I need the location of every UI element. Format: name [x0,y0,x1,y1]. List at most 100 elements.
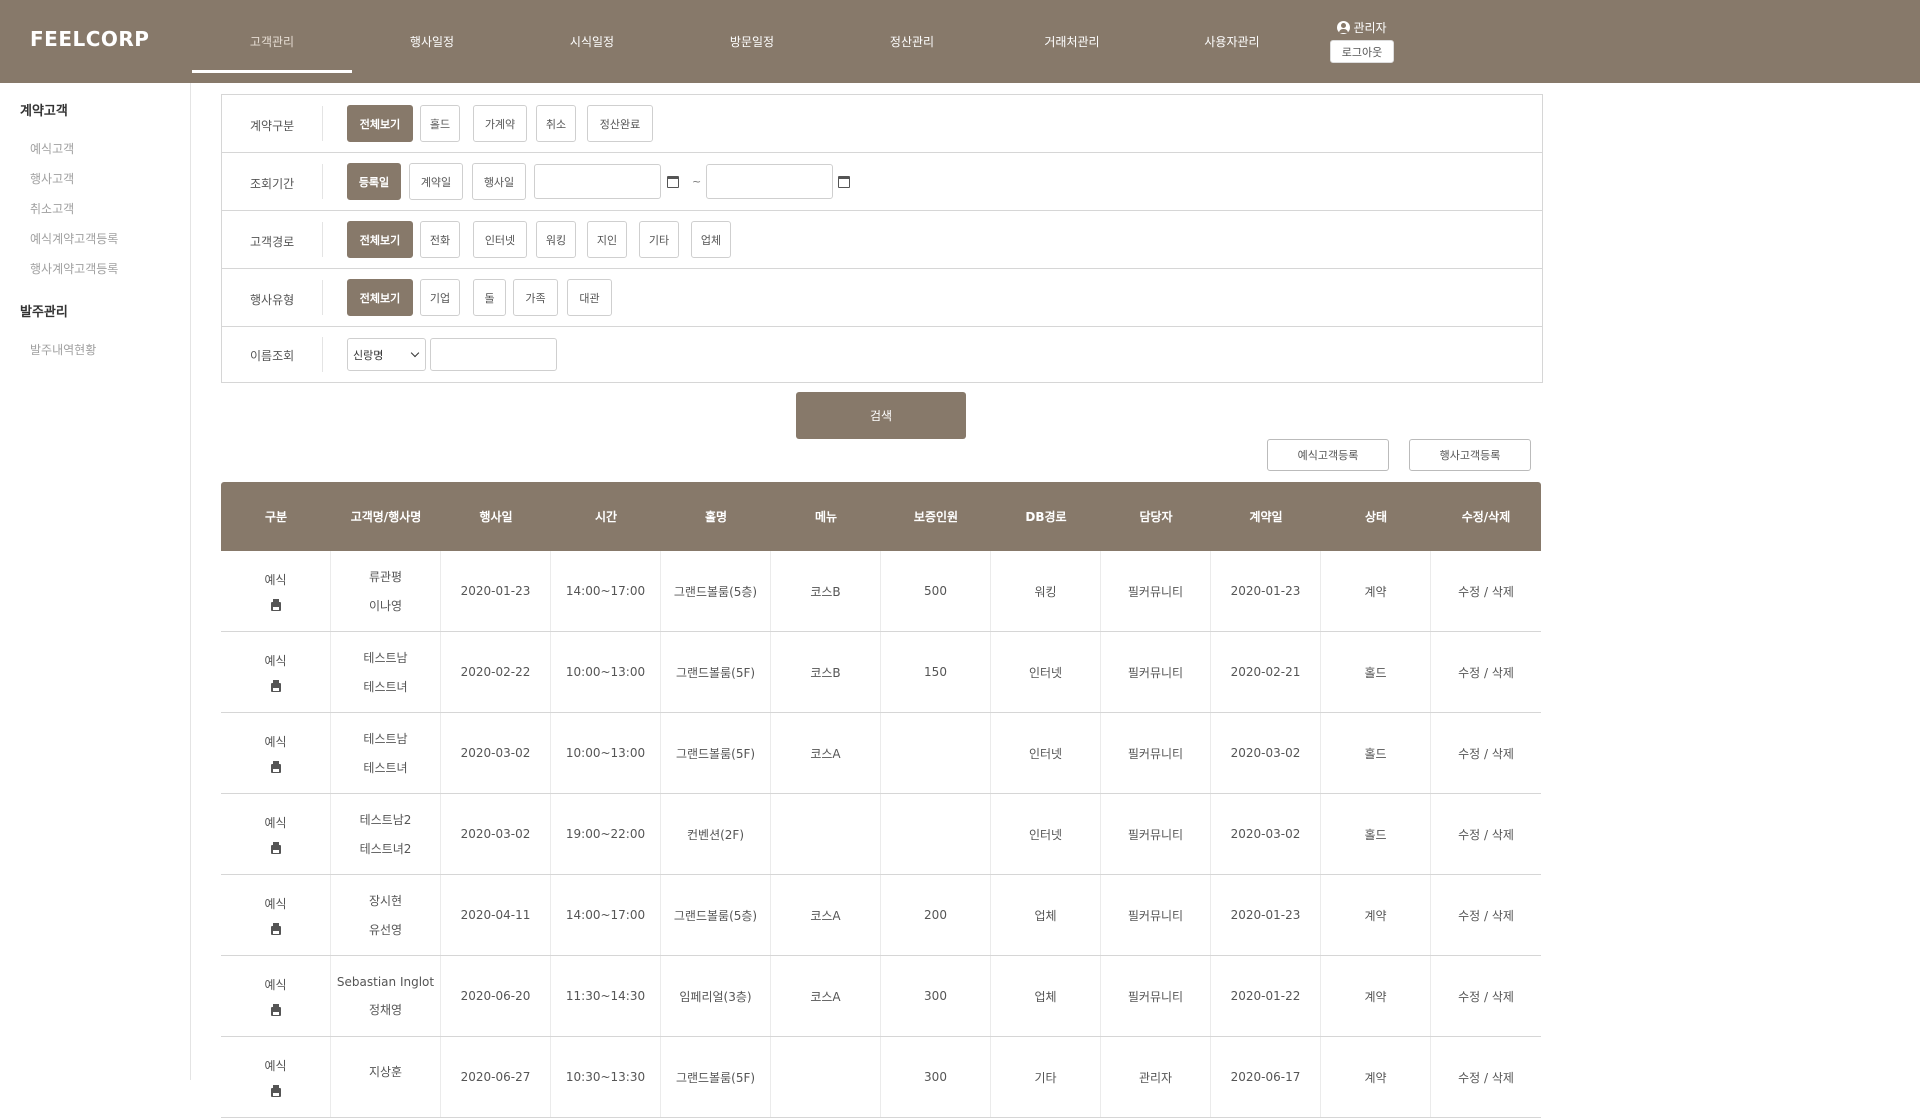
chip-route-all[interactable]: 전체보기 [347,221,413,258]
date-from-input[interactable] [534,164,661,199]
nav-settlement[interactable]: 정산관리 [832,0,992,83]
table-header-col-manager: 담당자 [1139,510,1173,524]
edit-delete-link[interactable]: 수정 / 삭제 [1431,794,1541,874]
cell-manager: 관리자 [1101,1037,1211,1117]
printer-icon[interactable] [270,680,281,692]
edit-delete-link[interactable]: 수정 / 삭제 [1431,551,1541,631]
chip-period-event[interactable]: 행사일 [472,163,526,200]
chip-route-vendor[interactable]: 업체 [691,221,731,258]
nav-visit-schedule[interactable]: 방문일정 [672,0,832,83]
table-header-col-menu: 메뉴 [814,510,838,524]
bride-name: 테스트녀 [363,680,408,694]
search-button[interactable]: 검색 [796,392,966,439]
chip-route-other[interactable]: 기타 [639,221,679,258]
chip-route-walkin[interactable]: 워킹 [536,221,576,258]
chip-period-contract[interactable]: 계약일 [409,163,463,200]
nav-user-management[interactable]: 사용자관리 [1152,0,1312,83]
type-text: 예식 [264,573,287,587]
table-row[interactable]: 예식 테스트남2 테스트녀2 2020-03-02 19:00~22:00 컨벤션(2F)… [221,794,1541,875]
register-wedding-customer-button[interactable]: 예식고객등록 [1267,439,1389,471]
customer-table: 구분 고객명/행사명 행사일 시간 홀명 메뉴 보증인원 DB경로 담당자 계약일 상태 수정/삭제 … [221,482,1541,1118]
logo[interactable]: FEELCORP [30,27,149,51]
logout-button[interactable]: 로그아웃 [1330,40,1394,63]
sidebar-item-cancelled-customers[interactable]: 취소고객 [30,200,74,217]
table-row[interactable]: 예식 Sebastian Inglot 정채영 2020-06-20 11:30~14:… [221,956,1541,1037]
cell-customer-name[interactable]: 테스트남 테스트녀 [331,632,441,712]
chip-event-all[interactable]: 전체보기 [347,279,413,316]
table-row[interactable]: 예식 장시현 유선영 2020-04-11 14:00~17:00 그랜드볼룸(5층) 코스… [221,875,1541,956]
cell-hall: 그랜드볼룸(5F) [661,1037,771,1117]
table-row[interactable]: 예식 류관평 이나영 2020-01-23 14:00~17:00 그랜드볼룸(5층) 코스… [221,551,1541,632]
cell-status: 계약 [1321,875,1431,955]
nav-event-schedule[interactable]: 행사일정 [352,0,512,83]
nav-tasting-schedule[interactable]: 시식일정 [512,0,672,83]
cell-manager: 필커뮤니티 [1101,713,1211,793]
printer-icon[interactable] [270,1085,281,1097]
sidebar-item-wedding-customers[interactable]: 예식고객 [30,140,74,157]
cell-event-date: 2020-02-22 [441,632,551,712]
cell-customer-name[interactable]: 지상훈 [331,1037,441,1117]
calendar-icon[interactable] [838,176,850,188]
calendar-icon[interactable] [667,176,679,188]
cell-contract-date: 2020-06-17 [1211,1037,1321,1117]
printer-icon[interactable] [270,842,281,854]
cell-customer-name[interactable]: 류관평 이나영 [331,551,441,631]
edit-delete-link[interactable]: 수정 / 삭제 [1431,956,1541,1036]
chip-contract-hold[interactable]: 홀드 [420,105,460,142]
cell-hall: 그랜드볼룸(5층) [661,875,771,955]
chip-event-family[interactable]: 가족 [513,279,558,316]
table-row[interactable]: 예식 테스트남 테스트녀 2020-03-02 10:00~13:00 그랜드볼룸(5F)… [221,713,1541,794]
chip-contract-all[interactable]: 전체보기 [347,105,413,142]
cell-contract-date: 2020-03-02 [1211,713,1321,793]
printer-icon[interactable] [270,923,281,935]
cell-customer-name[interactable]: 테스트남 테스트녀 [331,713,441,793]
sidebar-item-order-history[interactable]: 발주내역현황 [30,341,96,358]
filter-row-event-type: 행사유형 전체보기 기업 돌 가족 대관 [222,269,1542,327]
sidebar-item-event-customers[interactable]: 행사고객 [30,170,74,187]
cell-customer-name[interactable]: Sebastian Inglot 정채영 [331,956,441,1036]
cell-type: 예식 [221,956,331,1036]
edit-delete-link[interactable]: 수정 / 삭제 [1431,632,1541,712]
chip-route-internet[interactable]: 인터넷 [473,221,527,258]
edit-delete-link[interactable]: 수정 / 삭제 [1431,875,1541,955]
filter-label-name: 이름조회 [250,349,295,363]
chip-contract-provisional[interactable]: 가계약 [473,105,527,142]
chip-route-acquaintance[interactable]: 지인 [587,221,627,258]
nav-customer-management[interactable]: 고객관리 [192,0,352,83]
table-header-col-status: 상태 [1364,510,1388,524]
chip-contract-settled[interactable]: 정산완료 [587,105,653,142]
printer-icon[interactable] [270,761,281,773]
table-row[interactable]: 예식 지상훈 2020-06-27 10:30~13:30 그랜드볼룸(5F) 300 기타… [221,1037,1541,1118]
edit-delete-link[interactable]: 수정 / 삭제 [1431,713,1541,793]
chip-route-phone[interactable]: 전화 [420,221,460,258]
chip-contract-cancel[interactable]: 취소 [536,105,576,142]
bride-name: 유선영 [368,923,403,937]
sidebar-item-wedding-contract-register[interactable]: 예식계약고객등록 [30,230,118,247]
chip-event-corporate[interactable]: 기업 [420,279,460,316]
user-box: 관리자 로그아웃 [1330,18,1394,63]
printer-icon[interactable] [270,1004,281,1016]
name-type-select[interactable]: 신랑명 [347,338,426,371]
table-row[interactable]: 예식 테스트남 테스트녀 2020-02-22 10:00~13:00 그랜드볼룸(5F)… [221,632,1541,713]
date-to-input[interactable] [706,164,833,199]
filter-label-contract-type: 계약구분 [250,119,295,133]
table-header-col-route: DB경로 [1025,510,1067,524]
printer-icon[interactable] [270,599,281,611]
chip-event-rental[interactable]: 대관 [567,279,612,316]
cell-customer-name[interactable]: 장시현 유선영 [331,875,441,955]
sidebar-item-event-contract-register[interactable]: 행사계약고객등록 [30,260,118,277]
chip-event-first-birthday[interactable]: 돌 [473,279,506,316]
cell-customer-name[interactable]: 테스트남2 테스트녀2 [331,794,441,874]
nav-vendor-management[interactable]: 거래처관리 [992,0,1152,83]
groom-name: 테스트남2 [359,813,412,827]
name-search-input[interactable] [430,338,557,371]
edit-delete-link[interactable]: 수정 / 삭제 [1431,1037,1541,1117]
type-text: 예식 [264,1059,287,1073]
cell-contract-date: 2020-01-23 [1211,551,1321,631]
chip-period-registered[interactable]: 등록일 [347,163,401,200]
register-event-customer-button[interactable]: 행사고객등록 [1409,439,1531,471]
sidebar-group-contract-customers[interactable]: 계약고객 [20,100,68,119]
divider [322,164,323,199]
cell-manager: 필커뮤니티 [1101,956,1211,1036]
sidebar-group-order-management[interactable]: 발주관리 [20,301,68,320]
